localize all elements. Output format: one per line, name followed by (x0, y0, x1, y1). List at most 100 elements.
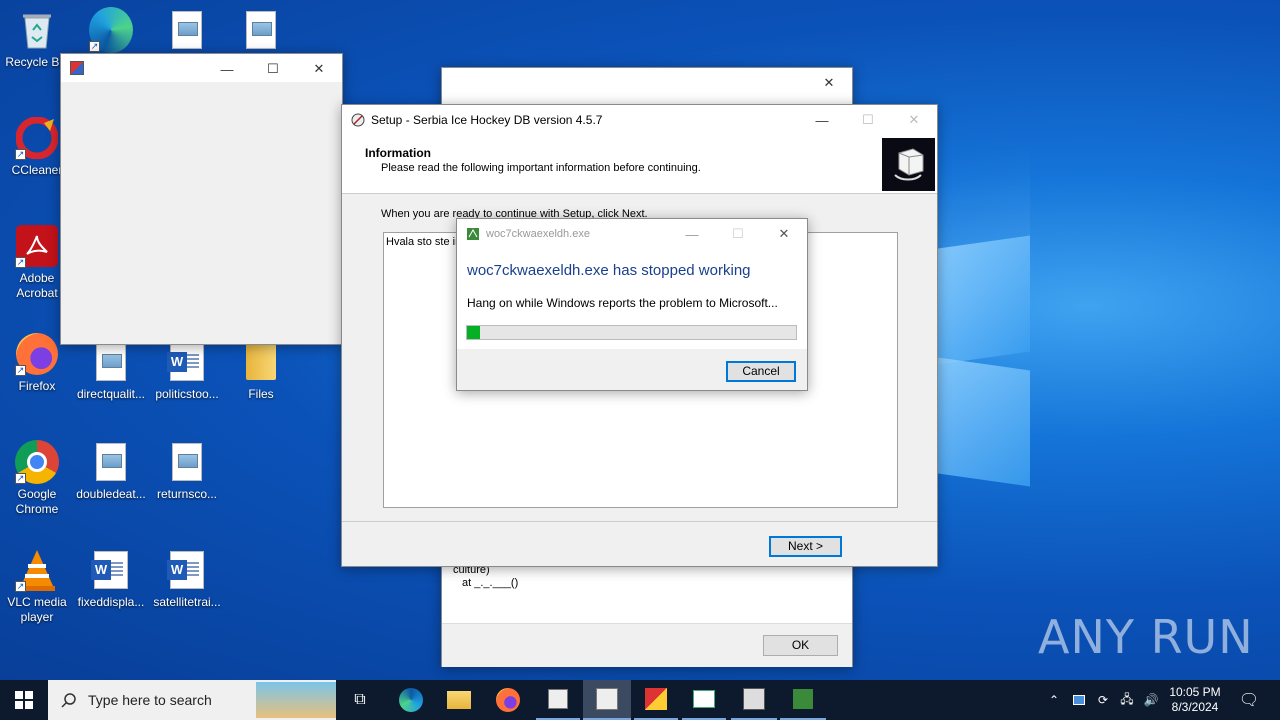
desktop-icon-image-file-top-2[interactable] (224, 8, 298, 55)
close-button: ✕ (908, 112, 920, 127)
desktop-icon-google-chrome[interactable]: ↗ Google Chrome (0, 440, 74, 517)
clock[interactable]: 10:05 PM 8/3/2024 (1166, 680, 1224, 720)
close-button[interactable]: ✕ (761, 219, 807, 249)
image-file-icon (239, 8, 283, 52)
chevron-up-icon: ⌃ (1048, 693, 1060, 707)
clock-date: 8/3/2024 (1171, 700, 1219, 714)
taskbar-edge[interactable] (390, 680, 432, 720)
blank-app-window: — ☐ ✕ (60, 53, 343, 345)
task-view-button[interactable]: ⧉ (340, 680, 380, 720)
taskbar-app-1[interactable] (536, 680, 580, 720)
desktop-icon-files[interactable]: Files (224, 340, 298, 402)
maximize-button: ☐ (732, 226, 744, 241)
crash-titlebar: woc7ckwaexeldh.exe — ☐ ✕ (457, 219, 807, 249)
taskbar-app-5[interactable] (780, 680, 826, 720)
footer-divider (342, 521, 937, 522)
setup-titlebar: Setup - Serbia Ice Hockey DB version 4.5… (342, 105, 937, 135)
taskbar-app-2[interactable] (634, 680, 678, 720)
shortcut-arrow-icon: ↗ (15, 257, 26, 268)
ok-button[interactable]: OK (763, 635, 838, 656)
taskbar-firefox[interactable] (487, 680, 529, 720)
desktop-icon-label: satellitetrai... (153, 595, 221, 609)
search-placeholder: Type here to search (88, 692, 212, 708)
next-button[interactable]: Next > (769, 536, 842, 557)
image-file-icon (89, 340, 133, 384)
start-button[interactable] (0, 680, 48, 720)
desktop-icon-label: directqualit... (76, 387, 146, 401)
show-hidden-icons-button[interactable]: ⌃ (1043, 680, 1065, 720)
setup-install-box-icon (882, 138, 935, 191)
desktop-icon-label: doubledeat... (76, 487, 146, 501)
adobe-acrobat-icon: ↗ (15, 224, 59, 268)
windows-logo-wallpaper (938, 235, 1030, 487)
windows-start-icon (15, 691, 33, 709)
tray-update-icon[interactable]: ⟳ (1092, 680, 1114, 720)
desktop-icon-directqualit[interactable]: directqualit... (74, 340, 148, 402)
header-divider (342, 193, 937, 194)
shortcut-arrow-icon: ↗ (15, 473, 26, 484)
app-icon (548, 689, 568, 709)
desktop-icon-label: returnsco... (156, 487, 218, 501)
desktop-icon-image-file-top-1[interactable] (150, 8, 224, 55)
word-document-icon (165, 548, 209, 592)
tray-app-icon[interactable] (1068, 680, 1090, 720)
desktop-icon-politicstoo[interactable]: politicstoo... (150, 340, 224, 402)
taskbar-file-explorer[interactable] (438, 680, 480, 720)
cancel-button[interactable]: Cancel (726, 361, 796, 382)
vlc-icon: ↗ (15, 548, 59, 592)
word-document-icon (165, 340, 209, 384)
maximize-button: ☐ (862, 112, 874, 127)
desktop-icon-label: Google Chrome (15, 487, 59, 516)
desktop-icon-vlc[interactable]: ↗ VLC media player (0, 548, 74, 625)
taskbar-app-4[interactable] (731, 680, 777, 720)
setup-title: Setup - Serbia Ice Hockey DB version 4.5… (371, 113, 603, 127)
app-icon (645, 688, 667, 710)
app-icon (793, 689, 813, 709)
installer-icon (743, 688, 765, 710)
taskbar-search-box[interactable]: Type here to search (48, 680, 336, 720)
setup-app-icon (596, 688, 618, 710)
close-button[interactable]: ✕ (806, 68, 852, 98)
speaker-icon: 🔊 (1143, 693, 1159, 707)
maximize-button[interactable]: ☐ (250, 54, 296, 84)
taskbar-app-3[interactable] (682, 680, 726, 720)
desktop: Recycle Bin ↗ CCleaner ↗ Adobe Acrobat ↗… (0, 0, 1280, 680)
desktop-icon-edge[interactable]: ↗ (74, 7, 148, 55)
network-icon: 🖧 (1120, 691, 1134, 706)
desktop-icon-doubledeat[interactable]: doubledeat... (74, 440, 148, 502)
report-progress-bar (466, 325, 797, 340)
error-text-line: at _._.___() (462, 577, 519, 589)
setup-subheading: Please read the following important info… (381, 162, 701, 174)
app-icon (693, 690, 715, 708)
error-window-titlebar: ✕ (442, 68, 852, 98)
setup-header: Information Please read the following im… (342, 135, 937, 193)
taskbar: Type here to search ⧉ ⌃ ⟳ 🖧 🔊 10:05 PM 8… (0, 680, 1280, 720)
desktop-icon-label: VLC media player (7, 595, 67, 624)
desktop-icon-fixeddispla[interactable]: fixeddispla... (74, 548, 148, 610)
crash-message: Hang on while Windows reports the proble… (467, 296, 778, 310)
minimize-button[interactable]: — (799, 105, 845, 135)
setup-app-icon (351, 113, 365, 127)
app-icon (70, 61, 84, 75)
search-highlight-image (256, 682, 336, 718)
edge-icon: ↗ (89, 7, 133, 53)
desktop-icon-returnsco[interactable]: returnsco... (150, 440, 224, 502)
tray-icon (1073, 695, 1085, 705)
minimize-button[interactable]: — (204, 54, 250, 84)
folder-icon (447, 691, 471, 709)
shortcut-arrow-icon: ↗ (15, 365, 26, 376)
chrome-icon: ↗ (15, 440, 59, 484)
desktop-icon-satellitetrai[interactable]: satellitetrai... (150, 548, 224, 610)
desktop-icon-label: Files (248, 387, 274, 401)
close-button[interactable]: ✕ (296, 54, 342, 84)
task-view-icon: ⧉ (354, 691, 366, 708)
image-file-icon (165, 8, 209, 52)
volume-button[interactable]: 🔊 (1140, 680, 1162, 720)
ccleaner-icon: ↗ (15, 116, 59, 160)
network-button[interactable]: 🖧 (1116, 680, 1138, 720)
crash-title: woc7ckwaexeldh.exe (486, 228, 590, 240)
taskbar-setup-app[interactable] (583, 680, 631, 720)
crash-dialog: woc7ckwaexeldh.exe — ☐ ✕ woc7ckwaexeldh.… (456, 218, 808, 391)
minimize-button[interactable]: — (669, 219, 715, 249)
notifications-button[interactable]: 🗨 (1234, 680, 1264, 720)
